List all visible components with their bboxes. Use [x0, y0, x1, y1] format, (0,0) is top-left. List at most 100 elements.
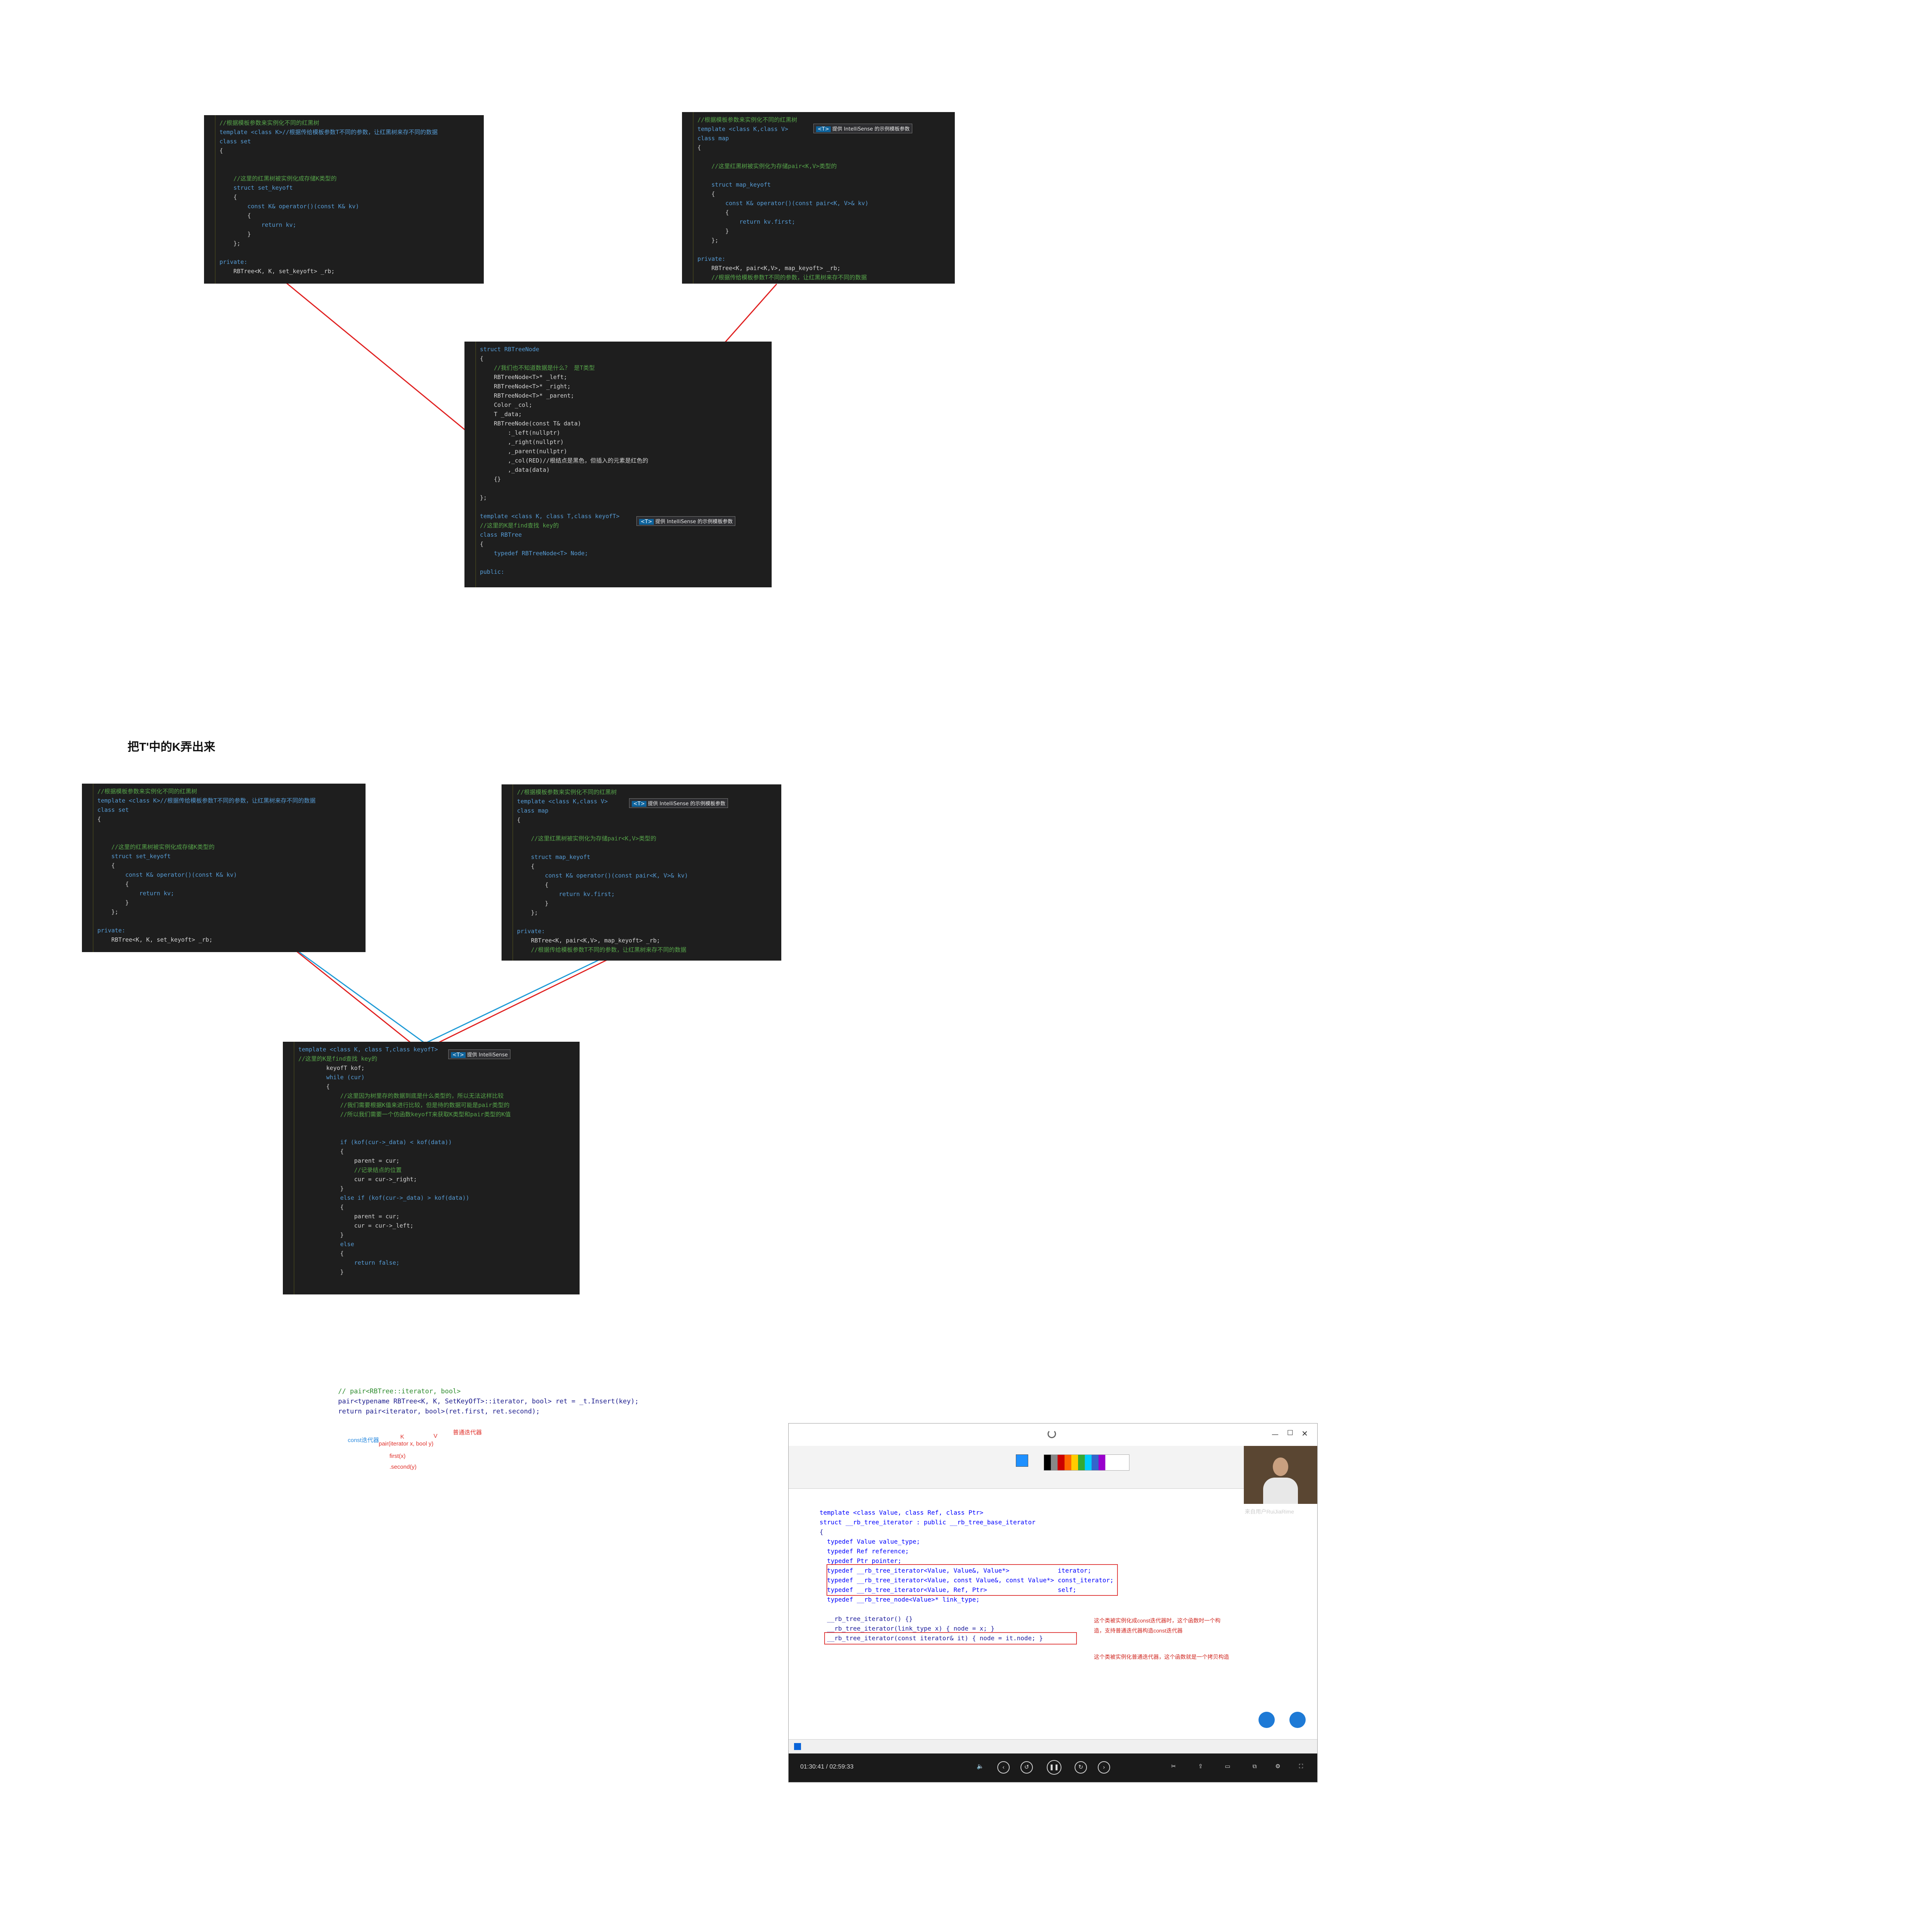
code-line: };	[517, 909, 538, 916]
code-line: {	[219, 194, 237, 201]
video-code-line: struct __rb_tree_iterator : public __rb_…	[820, 1519, 1036, 1526]
video-code-line: {	[820, 1528, 823, 1536]
color-palette[interactable]	[1044, 1454, 1129, 1471]
snippet-line: // pair<RBTree::iterator, bool>	[338, 1388, 461, 1395]
code-line: {	[480, 541, 484, 548]
video-player[interactable]: — ☐ ✕ 来自用户RuiJiaRime template <class Val…	[788, 1423, 1318, 1782]
tooltip-tag: <T>	[632, 801, 646, 807]
snippet-line: pair<typename RBTree<K, K, SetKeyOfT>::i…	[338, 1398, 639, 1405]
window-titlebar: — ☐ ✕	[789, 1423, 1317, 1446]
code-line: while (cur)	[298, 1074, 365, 1081]
prev-icon[interactable]: ‹	[997, 1761, 1010, 1774]
code-line: {	[298, 1148, 344, 1155]
video-note-2: 造，支持普通迭代器构造const迭代器	[1094, 1628, 1183, 1634]
forward-icon[interactable]: ↻	[1075, 1761, 1087, 1774]
code-line: template <class K>//根据传给模板参数T不同的参数，让红黑树来…	[97, 797, 316, 804]
code-line: class set	[97, 806, 129, 813]
code-line: {	[97, 816, 101, 823]
fullscreen-icon[interactable]: ⛶	[1295, 1761, 1307, 1774]
code-line: };	[697, 237, 719, 244]
clip-icon[interactable]: ✂	[1167, 1761, 1180, 1774]
settings-icon[interactable]: ⚙	[1272, 1761, 1284, 1774]
annotation-k: K	[400, 1434, 405, 1440]
editor-gutter	[502, 784, 513, 961]
code-line: };	[480, 494, 487, 501]
code-line: T _data;	[480, 411, 522, 418]
code-line: //这里的K是find查找 key的	[298, 1055, 378, 1062]
code-line: //这里红黑树被实例化为存储pair<K,V>类型的	[517, 835, 656, 842]
editor-gutter	[682, 112, 694, 284]
code-line: const K& operator()(const pair<K, V>& kv…	[697, 200, 869, 207]
code-line: {	[517, 881, 549, 888]
video-code-line: typedef Ref reference;	[820, 1548, 909, 1555]
volume-icon[interactable]: 🔈	[974, 1761, 986, 1774]
presenter-body	[1263, 1478, 1298, 1504]
code-line: //根据模板参数来实例化不同的红黑树	[219, 119, 320, 126]
code-line: public:	[480, 568, 505, 575]
code-screenshot-rbtree-insert: template <class K, class T,class keyofT>…	[283, 1042, 580, 1294]
editor-gutter	[464, 342, 476, 587]
snippet-line: return pair<iterator, bool>(ret.first, r…	[338, 1408, 540, 1415]
selected-color-swatch[interactable]	[1016, 1454, 1028, 1467]
rewind-icon[interactable]: ↺	[1020, 1761, 1033, 1774]
code-line: {}	[480, 476, 501, 483]
code-snippet: // pair<RBTree::iterator, bool>pair<type…	[338, 1386, 639, 1417]
code-line: //所以我们需要一个仿函数keyofT来获取K类型和pair类型的K值	[298, 1111, 511, 1118]
code-line: ,_right(nullptr)	[480, 439, 564, 446]
code-line: //记录结点的位置	[298, 1167, 402, 1173]
maximize-icon[interactable]: ☐	[1287, 1429, 1293, 1437]
code-line: ,_col(RED)//根结点是黑色，但插入的元素是红色的	[480, 457, 648, 464]
code-line: //我们需要根据K值来进行比较，但是待的数据可能是pair类型的	[298, 1102, 510, 1109]
share-icon[interactable]: ⇪	[1194, 1761, 1207, 1774]
pause-icon[interactable]: ❚❚	[1047, 1760, 1061, 1775]
video-note-3: 这个类被实例化普通迭代器，这个函数就是一个拷贝构造	[1094, 1654, 1229, 1660]
code-line: //根据传给模板参数T不同的参数，让红黑树来存不同的数据	[517, 946, 687, 953]
code-line: {	[697, 144, 701, 151]
close-icon[interactable]: ✕	[1301, 1429, 1308, 1438]
code-line: RBTree<K, pair<K,V>, map_keyoft> _rb;	[697, 265, 841, 272]
code-line: else if (kof(cur->_data) > kof(data))	[298, 1194, 469, 1201]
code-line: {	[697, 209, 729, 216]
floating-avatar-button[interactable]	[1259, 1712, 1275, 1728]
code-line: {	[298, 1250, 344, 1257]
video-note-1: 这个类被实例化成const迭代器时，这个函数时一个构	[1094, 1617, 1221, 1624]
code-line: {	[480, 355, 484, 362]
code-line: };	[219, 240, 241, 247]
next-icon[interactable]: ›	[1098, 1761, 1110, 1774]
code-line: private:	[697, 255, 726, 262]
annotation-normal-iterator: 普通迭代器	[453, 1429, 482, 1436]
video-code-line	[820, 1604, 1114, 1614]
code-line: :_left(nullptr)	[480, 429, 560, 436]
code-screenshot-rbtree-node: struct RBTreeNode { //我们也不知道数据是什么？ 是T类型 R…	[464, 342, 772, 587]
start-icon[interactable]	[794, 1743, 801, 1750]
minimize-icon[interactable]: —	[1272, 1430, 1279, 1439]
code-line: };	[97, 908, 119, 915]
code-line: return kv.first;	[697, 218, 795, 225]
intellisense-tooltip: <T> 提供 IntelliSense	[448, 1049, 511, 1059]
video-code-line: __rb_tree_iterator() {}	[820, 1615, 913, 1622]
code-line: //根据模板参数来实例化不同的红黑树	[97, 788, 197, 795]
code-line: private:	[219, 259, 248, 265]
code-line: if (kof(cur->_data) < kof(data))	[298, 1139, 452, 1146]
floating-chat-button[interactable]	[1289, 1712, 1306, 1728]
comment-icon[interactable]: ▭	[1221, 1761, 1234, 1774]
code-block: template <class K, class T,class keyofT>…	[298, 1045, 577, 1277]
code-line: else	[298, 1241, 354, 1248]
code-line: class RBTree	[480, 531, 522, 538]
code-line: }	[298, 1269, 344, 1276]
code-line: {	[219, 212, 251, 219]
pip-icon[interactable]: ⧉	[1248, 1761, 1261, 1774]
code-line: RBTreeNode<T>* _left;	[480, 374, 567, 381]
section-title: 把T'中的K弄出来	[128, 741, 216, 753]
code-line: RBTreeNode<T>* _parent;	[480, 392, 574, 399]
code-screenshot-map-bottom: //根据模板参数来实例化不同的红黑树 template <class K,clas…	[502, 784, 781, 961]
code-line: parent = cur;	[298, 1213, 400, 1220]
